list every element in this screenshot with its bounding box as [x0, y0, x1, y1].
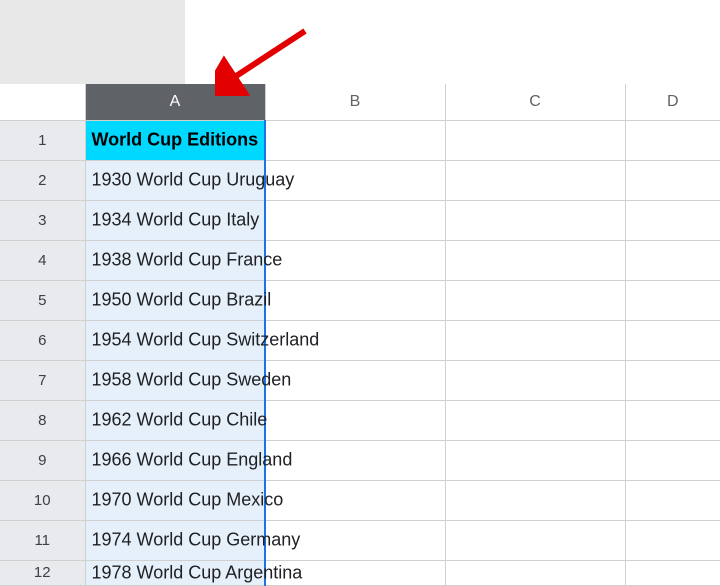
- cell-b9[interactable]: [265, 440, 445, 480]
- cell-a9[interactable]: 1966 World Cup England: [85, 440, 265, 480]
- table-row[interactable]: 6 1954 World Cup Switzerland: [0, 320, 720, 360]
- cell-b10[interactable]: [265, 480, 445, 520]
- cell-a6[interactable]: 1954 World Cup Switzerland: [85, 320, 265, 360]
- row-header[interactable]: 5: [0, 280, 85, 320]
- cell-b7[interactable]: [265, 360, 445, 400]
- cell-c11[interactable]: [445, 520, 625, 560]
- row-header[interactable]: 12: [0, 560, 85, 585]
- table-row[interactable]: 3 1934 World Cup Italy: [0, 200, 720, 240]
- column-header-a[interactable]: A: [85, 84, 265, 120]
- cell-a2[interactable]: 1930 World Cup Uruguay: [85, 160, 265, 200]
- row-header[interactable]: 7: [0, 360, 85, 400]
- cell-text: World Cup Editions: [92, 130, 259, 151]
- cell-b8[interactable]: [265, 400, 445, 440]
- table-row[interactable]: 10 1970 World Cup Mexico: [0, 480, 720, 520]
- cell-c7[interactable]: [445, 360, 625, 400]
- cell-c2[interactable]: [445, 160, 625, 200]
- cell-c9[interactable]: [445, 440, 625, 480]
- cell-d8[interactable]: [625, 400, 720, 440]
- cell-d1[interactable]: [625, 120, 720, 160]
- row-header[interactable]: 8: [0, 400, 85, 440]
- cell-b3[interactable]: [265, 200, 445, 240]
- column-header-b[interactable]: B: [265, 84, 445, 120]
- table-row[interactable]: 12 1978 World Cup Argentina: [0, 560, 720, 585]
- cell-text: 1958 World Cup Sweden: [92, 370, 292, 391]
- cell-a3[interactable]: 1934 World Cup Italy: [85, 200, 265, 240]
- row-header[interactable]: 6: [0, 320, 85, 360]
- column-header-d[interactable]: D: [625, 84, 720, 120]
- cell-text: 1970 World Cup Mexico: [92, 490, 284, 511]
- row-header[interactable]: 11: [0, 520, 85, 560]
- top-gray-box: [0, 0, 185, 84]
- top-blank-area: [0, 0, 720, 84]
- cell-d11[interactable]: [625, 520, 720, 560]
- row-header[interactable]: 2: [0, 160, 85, 200]
- cell-d9[interactable]: [625, 440, 720, 480]
- cell-d2[interactable]: [625, 160, 720, 200]
- table-row[interactable]: 2 1930 World Cup Uruguay: [0, 160, 720, 200]
- cell-a7[interactable]: 1958 World Cup Sweden: [85, 360, 265, 400]
- cell-d3[interactable]: [625, 200, 720, 240]
- row-header[interactable]: 1: [0, 120, 85, 160]
- spreadsheet-grid[interactable]: A B C D 1 World Cup Editions 2 1930 Worl…: [0, 84, 720, 586]
- cell-b11[interactable]: [265, 520, 445, 560]
- table-row[interactable]: 11 1974 World Cup Germany: [0, 520, 720, 560]
- table-row[interactable]: 9 1966 World Cup England: [0, 440, 720, 480]
- cell-b12[interactable]: [265, 560, 445, 585]
- cell-b1[interactable]: [265, 120, 445, 160]
- table-row[interactable]: 5 1950 World Cup Brazil: [0, 280, 720, 320]
- cell-b2[interactable]: [265, 160, 445, 200]
- select-all-corner[interactable]: [0, 84, 85, 120]
- cell-b6[interactable]: [265, 320, 445, 360]
- cell-d12[interactable]: [625, 560, 720, 585]
- cell-c3[interactable]: [445, 200, 625, 240]
- cell-c8[interactable]: [445, 400, 625, 440]
- cell-d6[interactable]: [625, 320, 720, 360]
- row-header[interactable]: 9: [0, 440, 85, 480]
- cell-text: 1930 World Cup Uruguay: [92, 170, 295, 191]
- table-row[interactable]: 8 1962 World Cup Chile: [0, 400, 720, 440]
- cell-d4[interactable]: [625, 240, 720, 280]
- cell-b5[interactable]: [265, 280, 445, 320]
- column-header-c[interactable]: C: [445, 84, 625, 120]
- cell-text: 1962 World Cup Chile: [92, 410, 268, 431]
- row-header[interactable]: 10: [0, 480, 85, 520]
- cell-c4[interactable]: [445, 240, 625, 280]
- row-header[interactable]: 3: [0, 200, 85, 240]
- cell-a10[interactable]: 1970 World Cup Mexico: [85, 480, 265, 520]
- cell-a8[interactable]: 1962 World Cup Chile: [85, 400, 265, 440]
- column-header-row[interactable]: A B C D: [0, 84, 720, 120]
- table-row[interactable]: 4 1938 World Cup France: [0, 240, 720, 280]
- cell-c10[interactable]: [445, 480, 625, 520]
- cell-c5[interactable]: [445, 280, 625, 320]
- cell-c12[interactable]: [445, 560, 625, 585]
- table-row[interactable]: 7 1958 World Cup Sweden: [0, 360, 720, 400]
- cell-a5[interactable]: 1950 World Cup Brazil: [85, 280, 265, 320]
- cell-a11[interactable]: 1974 World Cup Germany: [85, 520, 265, 560]
- cell-b4[interactable]: [265, 240, 445, 280]
- cell-a4[interactable]: 1938 World Cup France: [85, 240, 265, 280]
- cell-text: 1938 World Cup France: [92, 250, 283, 271]
- cell-a1[interactable]: World Cup Editions: [85, 120, 265, 160]
- cell-text: 1966 World Cup England: [92, 450, 293, 471]
- cell-c1[interactable]: [445, 120, 625, 160]
- cell-c6[interactable]: [445, 320, 625, 360]
- cell-text: 1934 World Cup Italy: [92, 210, 260, 231]
- table-row[interactable]: 1 World Cup Editions: [0, 120, 720, 160]
- cell-d5[interactable]: [625, 280, 720, 320]
- cell-d7[interactable]: [625, 360, 720, 400]
- row-header[interactable]: 4: [0, 240, 85, 280]
- cell-d10[interactable]: [625, 480, 720, 520]
- cell-text: 1950 World Cup Brazil: [92, 290, 272, 311]
- cell-a12[interactable]: 1978 World Cup Argentina: [85, 560, 265, 585]
